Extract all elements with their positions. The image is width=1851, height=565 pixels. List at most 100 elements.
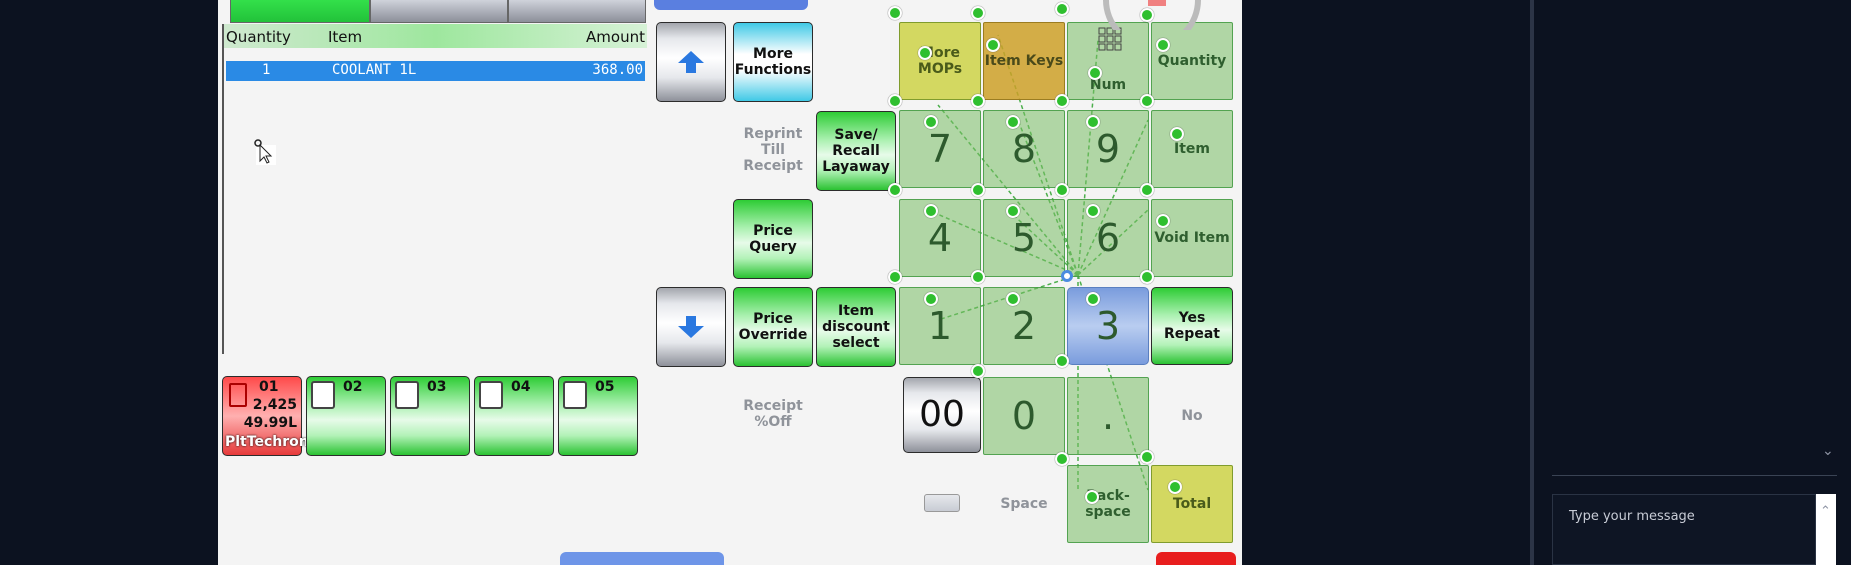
pin-icon <box>1055 2 1069 16</box>
pin-icon <box>924 292 938 306</box>
price-override-button[interactable]: Price Override <box>733 287 813 367</box>
key-4[interactable]: 4 <box>899 199 981 277</box>
arrow-up-icon <box>678 51 704 73</box>
header-amount: Amount <box>586 28 645 46</box>
no-button[interactable]: No <box>1151 408 1233 424</box>
pin-icon <box>986 38 1000 52</box>
pin-icon <box>1055 183 1069 197</box>
scroll-down-button[interactable] <box>656 287 726 367</box>
table-row[interactable]: 1 COOLANT 1L 368.00 <box>226 61 645 81</box>
pump-volume: 49.99L <box>243 415 297 431</box>
pin-icon <box>1085 490 1099 504</box>
pin-icon <box>1006 292 1020 306</box>
backspace-button[interactable]: Back-space <box>1067 465 1149 543</box>
receipt-header: Quantity Item Amount <box>224 24 647 48</box>
pump-number: 01 <box>259 379 279 395</box>
item-discount-select-button[interactable]: Item discount select <box>816 287 896 367</box>
pump-01-button[interactable]: 01 2,425 49.99L PltTechron <box>222 376 309 456</box>
chat-separator <box>1552 475 1837 476</box>
pump-03-button[interactable]: 03 <box>390 376 470 456</box>
pin-icon <box>1055 94 1069 108</box>
top-blue-button[interactable] <box>654 0 808 10</box>
total-button[interactable]: Total <box>1151 465 1233 543</box>
quantity-button[interactable]: Quantity <box>1151 22 1233 100</box>
reprint-till-receipt-button[interactable]: Reprint Till Receipt <box>733 126 813 174</box>
tab-3[interactable] <box>508 0 646 23</box>
key-9[interactable]: 9 <box>1067 110 1149 188</box>
pin-icon <box>1006 204 1020 218</box>
key-8[interactable]: 8 <box>983 110 1065 188</box>
pump-02-button[interactable]: 02 <box>306 376 386 456</box>
more-mops-button[interactable]: More MOPs <box>899 22 981 100</box>
keyboard-icon[interactable] <box>924 494 960 512</box>
pin-icon <box>1156 214 1170 228</box>
pump-icon <box>563 381 587 409</box>
chat-message-input[interactable]: Type your message <box>1552 494 1816 565</box>
key-dot[interactable]: . <box>1067 377 1149 455</box>
mouse-cursor-icon <box>254 139 276 165</box>
key-6[interactable]: 6 <box>1067 199 1149 277</box>
pin-icon <box>1055 354 1069 368</box>
pin-icon <box>918 46 932 60</box>
key-0[interactable]: 0 <box>983 377 1065 455</box>
num-button[interactable]: Num <box>1067 22 1149 100</box>
scroll-up-button[interactable] <box>656 22 726 102</box>
row-item: COOLANT 1L <box>332 62 417 78</box>
pump-number: 03 <box>427 379 447 395</box>
chat-scrollbar[interactable]: ⌃ <box>1816 494 1836 565</box>
key-2[interactable]: 2 <box>983 287 1065 365</box>
pin-icon <box>1086 292 1100 306</box>
price-query-button[interactable]: Price Query <box>733 199 813 279</box>
tab-1[interactable] <box>230 0 370 23</box>
partial-circle-icon <box>1103 0 1201 30</box>
pin-icon <box>971 6 985 20</box>
pump-icon <box>229 383 247 407</box>
key-1[interactable]: 1 <box>899 287 981 365</box>
pin-icon <box>971 94 985 108</box>
pin-icon <box>888 94 902 108</box>
key-5[interactable]: 5 <box>983 199 1065 277</box>
pin-icon <box>888 6 902 20</box>
bottom-blue-button[interactable] <box>560 552 724 565</box>
chevron-up-icon[interactable]: ⌃ <box>1820 504 1831 519</box>
pin-icon <box>888 183 902 197</box>
item-keys-button[interactable]: Item Keys <box>983 22 1065 100</box>
pin-icon <box>924 204 938 218</box>
more-functions-button[interactable]: More Functions <box>733 22 813 102</box>
anchor-target-icon <box>1061 270 1073 282</box>
save-recall-layaway-button[interactable]: Save/ Recall Layaway <box>816 111 896 191</box>
pin-icon <box>924 115 938 129</box>
pin-icon <box>1140 450 1154 464</box>
pump-number: 05 <box>595 379 615 395</box>
key-00[interactable]: 00 <box>903 377 981 453</box>
pump-04-button[interactable]: 04 <box>474 376 554 456</box>
pump-icon <box>395 381 419 409</box>
pump-label: PltTechron <box>225 434 309 450</box>
item-button[interactable]: Item <box>1151 110 1233 188</box>
pump-05-button[interactable]: 05 <box>558 376 638 456</box>
pin-icon <box>1170 127 1184 141</box>
receipt-pct-off-button[interactable]: Receipt %Off <box>733 398 813 430</box>
pump-icon <box>311 381 335 409</box>
tab-2[interactable] <box>370 0 508 23</box>
pump-icon <box>479 381 503 409</box>
header-item: Item <box>328 28 363 46</box>
void-item-button[interactable]: Void Item <box>1151 199 1233 277</box>
pin-icon <box>971 183 985 197</box>
pos-app: Quantity Item Amount 1 COOLANT 1L 368.00… <box>218 0 1242 565</box>
key-7[interactable]: 7 <box>899 110 981 188</box>
pin-icon <box>1156 38 1170 52</box>
pin-icon <box>1086 115 1100 129</box>
pin-icon <box>1168 480 1182 494</box>
panel-divider[interactable] <box>1530 0 1534 565</box>
pin-icon <box>971 364 985 378</box>
pin-icon <box>1140 183 1154 197</box>
pump-number: 04 <box>511 379 531 395</box>
yes-repeat-button[interactable]: Yes Repeat <box>1151 287 1233 365</box>
pin-icon <box>1140 270 1154 284</box>
chevron-down-icon[interactable]: ⌄ <box>1822 443 1834 459</box>
pin-icon <box>1086 204 1100 218</box>
space-button[interactable]: Space <box>983 496 1065 512</box>
pin-icon <box>1088 66 1102 80</box>
key-3[interactable]: 3 <box>1067 287 1149 365</box>
